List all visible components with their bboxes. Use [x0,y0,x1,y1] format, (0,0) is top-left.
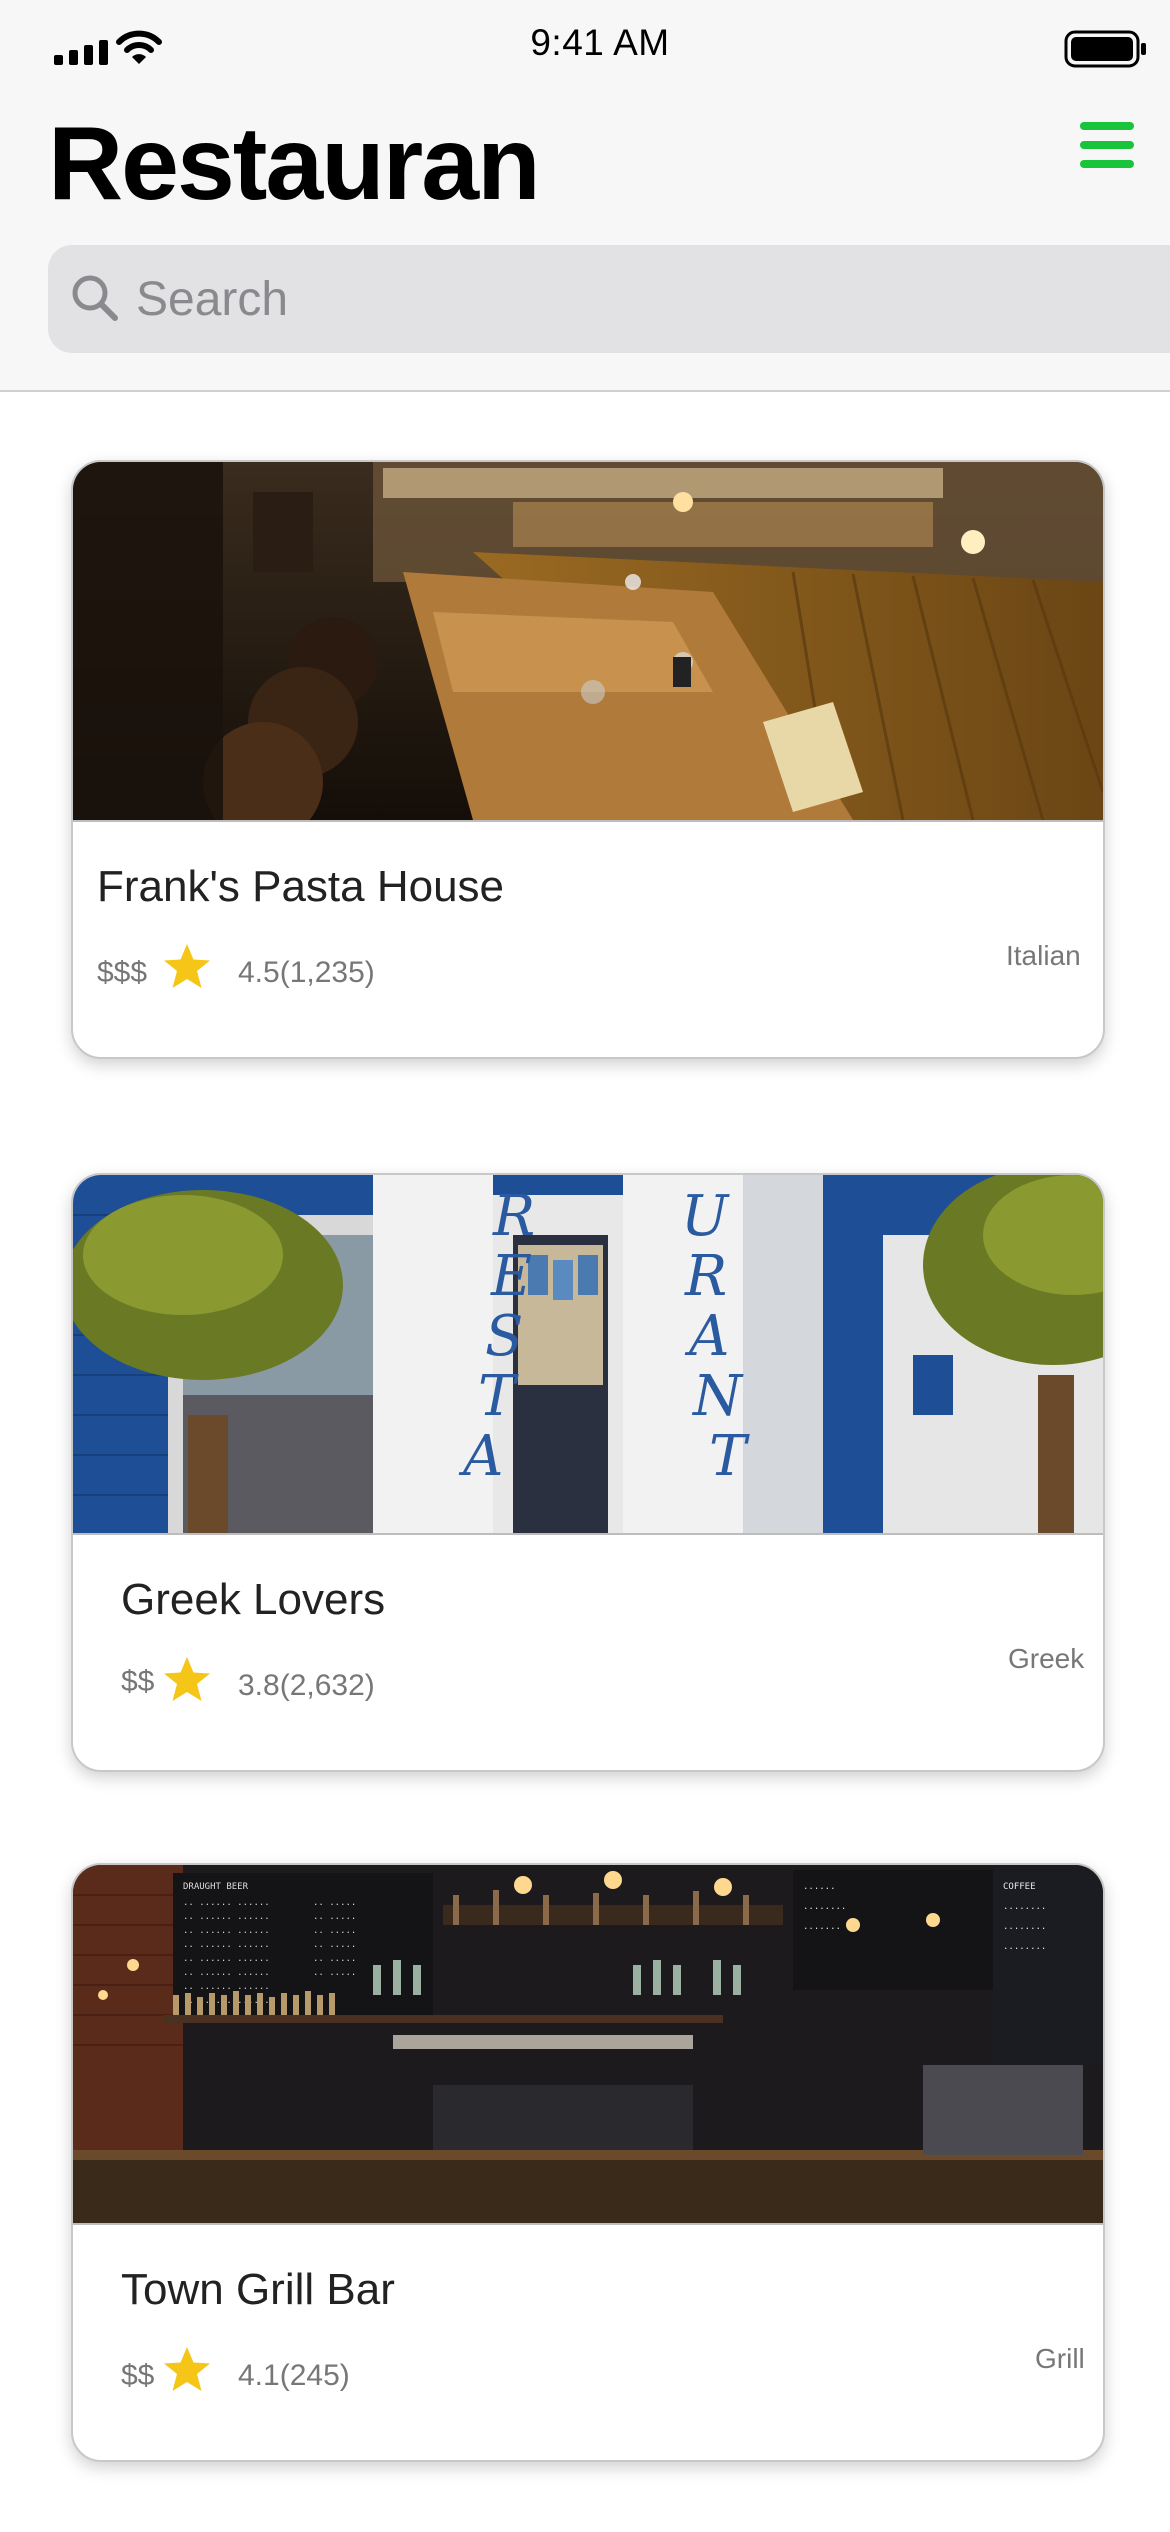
star-icon [164,1657,210,1701]
restaurant-photo [73,462,1103,822]
svg-text:R: R [684,1244,727,1309]
price-level: $$ [121,2359,155,2392]
search-icon [72,275,118,321]
page-title: Restauran [48,106,541,222]
svg-text:U: U [681,1184,730,1249]
search-bar[interactable] [48,245,1170,353]
restaurant-name[interactable]: Frank's Pasta House [97,862,504,912]
svg-text:.. ...... ......: .. ...... ...... [183,1912,270,1922]
svg-text:.. .....: .. ..... [313,1968,356,1978]
svg-text:COFFEE: COFFEE [1003,1882,1036,1892]
restaurant-photo: DRAUGHT BEER .. ...... ...... .. ...... … [73,1865,1103,2225]
restaurant-photo: R E S T A U R A N T [73,1175,1103,1535]
rating-text: 4.1(245) [238,2359,350,2392]
restaurant-card[interactable]: R E S T A U R A N T Greek Lovers $$ 3.8(… [71,1173,1105,1772]
hamburger-menu-icon[interactable] [1078,120,1138,174]
svg-text:T: T [709,1424,750,1489]
svg-text:DRAUGHT BEER: DRAUGHT BEER [183,1882,249,1892]
svg-text:.. .....: .. ..... [313,1954,356,1964]
svg-text:.. .....: .. ..... [313,1898,356,1908]
price-level: $$ [121,1665,155,1698]
svg-text:.. .....: .. ..... [313,1912,356,1922]
cuisine-label: Greek [1008,1643,1085,1674]
restaurant-card[interactable]: Frank's Pasta House $$$ 4.5(1,235) Itali… [71,460,1105,1059]
svg-text:S: S [485,1304,523,1369]
rating-text: 3.8(2,632) [238,1669,375,1702]
app-header: 9:41 AM Restauran [0,0,1170,392]
cuisine-label: Grill [1035,2343,1085,2374]
svg-text:.. ...... ......: .. ...... ...... [183,1954,270,1964]
price-level: $$$ [97,956,148,989]
svg-text:.. .....: .. ..... [313,1940,356,1950]
restaurant-name[interactable]: Greek Lovers [121,1575,385,1625]
svg-text:R: R [492,1184,535,1249]
svg-text:A: A [458,1424,503,1489]
star-icon [164,944,210,988]
cellular-signal-icon [54,40,108,65]
svg-text:.. .....: .. ..... [313,1926,356,1936]
svg-text:........: ........ [1003,1942,1046,1952]
svg-text:N: N [691,1364,744,1429]
cuisine-label: Italian [1006,940,1081,971]
svg-text:........: ........ [1003,1922,1046,1932]
svg-text:........: ........ [803,1902,846,1912]
svg-text:.......: ....... [803,1922,841,1932]
svg-text:.. ...... ......: .. ...... ...... [183,1940,270,1950]
status-time: 9:41 AM [530,22,670,63]
svg-text:......: ...... [803,1882,836,1892]
star-icon [164,2347,210,2391]
svg-text:.. ...... ......: .. ...... ...... [183,1898,270,1908]
wifi-icon [116,30,162,64]
rating-text: 4.5(1,235) [238,956,375,989]
svg-text:E: E [490,1244,532,1309]
svg-text:........: ........ [1003,1902,1046,1912]
restaurant-name[interactable]: Town Grill Bar [121,2265,395,2315]
svg-text:.. ...... ......: .. ...... ...... [183,1926,270,1936]
svg-text:T: T [478,1364,519,1429]
restaurant-card[interactable]: DRAUGHT BEER .. ...... ...... .. ...... … [71,1863,1105,2462]
search-input[interactable] [136,245,1036,353]
svg-text:A: A [684,1304,729,1369]
svg-text:.. ...... ......: .. ...... ...... [183,1982,270,1992]
svg-text:.. ...... ......: .. ...... ...... [183,1968,270,1978]
battery-icon [1064,30,1146,68]
